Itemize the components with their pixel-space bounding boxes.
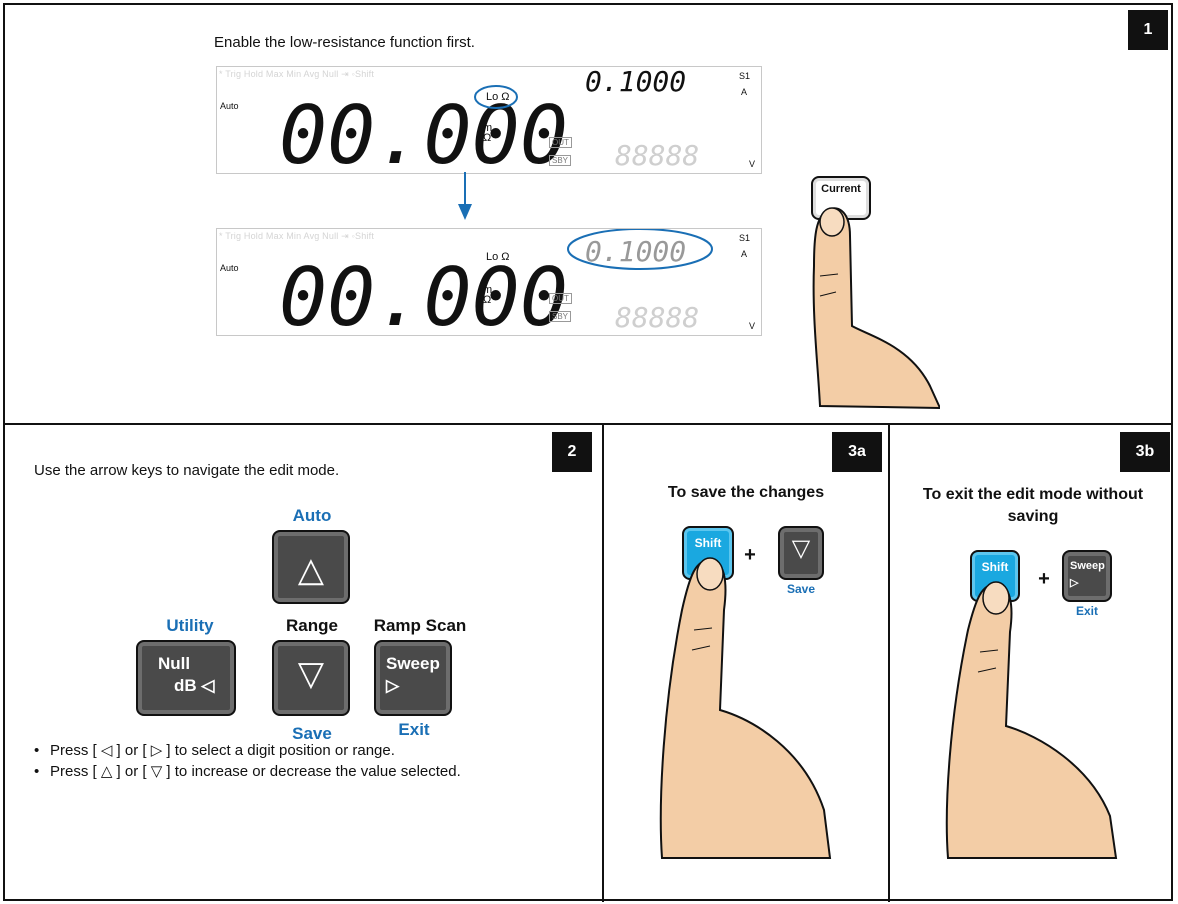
null-key-line2: dB ◁ <box>174 676 215 695</box>
lcd-top-right-value-2: 0.1000 <box>585 235 686 268</box>
sweep-key[interactable]: Sweep ▷ <box>374 640 452 716</box>
finger-icon-3a <box>659 557 832 859</box>
shift-key-label-3b: Shift <box>981 560 1009 574</box>
down-arrow-key[interactable]: ▽ <box>272 640 350 716</box>
lcd-m-ohm-2: m Ω <box>483 284 493 306</box>
up-arrow-key[interactable]: △ <box>272 530 350 604</box>
lcd-s1: S1 <box>739 71 751 81</box>
exit-label: Exit <box>398 720 430 739</box>
step-badge-1: 1 <box>1128 10 1168 50</box>
finger-icon-3b <box>945 581 1118 859</box>
panel3a-heading: To save the changes <box>667 484 825 501</box>
panel3b-heading: To exit the edit mode without saving <box>922 486 1144 525</box>
auto-label: Auto <box>292 506 332 525</box>
sweep-key-line2: ▷ <box>386 676 400 695</box>
lcd-main-value-2: 00.000 <box>279 251 568 335</box>
lcd-display-after: * Trig Hold Max Min Avg Null ⇥ ◦Shift Au… <box>216 228 762 336</box>
sweep-key-line1: Sweep <box>386 654 440 673</box>
lcd-a-2: A <box>741 249 748 259</box>
col-divider-1 <box>602 424 604 902</box>
shift-key-label: Shift <box>694 536 722 550</box>
bullet-item: Press [ ◁ ] or [ ▷ ] to select a digit p… <box>34 740 554 761</box>
bullet-item: Press [ △ ] or [ ▽ ] to increase or decr… <box>34 761 554 782</box>
lcd-bottom-right-value: 88888 <box>615 139 699 172</box>
range-label: Range <box>286 616 338 635</box>
null-key-line1: Null <box>158 654 191 673</box>
transition-arrow <box>458 172 472 220</box>
lcd-lo-ohm: Lo Ω <box>486 91 510 103</box>
instruction-bullets: Press [ ◁ ] or [ ▷ ] to select a digit p… <box>34 740 554 782</box>
col-divider-2 <box>888 424 890 902</box>
lcd-display-before: * Trig Hold Max Min Avg Null ⇥ ◦Shift Au… <box>216 66 762 174</box>
lcd-m-ohm: m Ω <box>483 122 493 144</box>
lcd-segments: 00.000 0.1000 88888 <box>279 67 699 173</box>
up-arrow-icon: △ <box>297 551 325 589</box>
lcd-lo-ohm-2: Lo Ω <box>486 251 510 263</box>
ramp-scan-label: Ramp Scan <box>373 616 467 635</box>
sweep-key-label-3b: Sweep <box>1070 560 1105 572</box>
lcd-out: OUT <box>549 137 572 148</box>
step-badge-3b: 3b <box>1120 432 1170 472</box>
lcd-v: V <box>749 159 756 169</box>
lcd-v-2: V <box>749 321 756 331</box>
lcd-top-right-value: 0.1000 <box>585 67 686 98</box>
panel1-instruction: Enable the low-resistance function first… <box>214 34 475 51</box>
lcd-segments-2: 00.000 0.1000 88888 <box>279 229 713 335</box>
step-badge-2: 2 <box>552 432 592 472</box>
current-key-label: Current <box>821 183 861 195</box>
utility-label: Utility <box>166 616 214 635</box>
lcd-sby: SBY <box>549 155 572 166</box>
lcd-sby-2: SBY <box>549 311 572 322</box>
lcd-main-value: 00.000 <box>279 89 568 173</box>
row-divider <box>3 423 1173 425</box>
down-arrow-icon: ▽ <box>297 655 325 693</box>
finger-icon <box>812 207 940 410</box>
panel2-instruction: Use the arrow keys to navigate the edit … <box>34 462 340 479</box>
lcd-s1-2: S1 <box>739 233 751 243</box>
lcd-out-2: OUT <box>549 293 572 304</box>
lcd-a: A <box>741 87 748 97</box>
null-key[interactable]: Null dB ◁ <box>136 640 236 716</box>
step-badge-3a: 3a <box>832 432 882 472</box>
lcd-bottom-right-value-2: 88888 <box>615 301 699 334</box>
